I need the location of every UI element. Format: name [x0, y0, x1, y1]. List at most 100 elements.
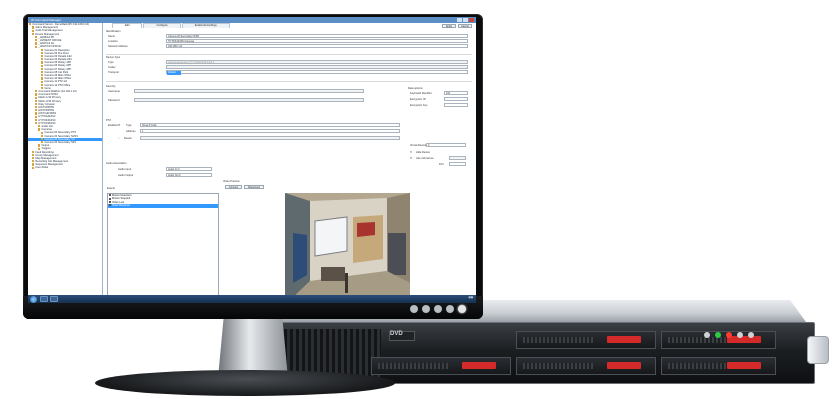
drive-latch	[607, 362, 641, 369]
use-ref-label: Use ref/macros	[416, 157, 434, 160]
list-item[interactable]: Video Restored	[108, 204, 218, 208]
hide-device-checkbox[interactable]: ☐	[410, 151, 412, 154]
event-label: Video Restored	[112, 204, 130, 208]
name-label: Name	[108, 35, 115, 38]
tab-1[interactable]: Configure	[143, 23, 181, 28]
ptz-type-label: Type	[126, 124, 132, 127]
ptz-router-label: Router	[124, 137, 132, 140]
monitor-screen: IP Command Manager Command Server - Demo…	[28, 17, 476, 303]
event-checkbox[interactable]	[109, 197, 111, 200]
use-ref-checkbox[interactable]: ☐	[410, 157, 412, 160]
led-icon	[715, 332, 721, 338]
drive-bay-1	[516, 331, 656, 349]
monitor-button[interactable]	[434, 305, 442, 313]
audio-input-label: Audio Input	[118, 168, 132, 171]
codec-label: Codec	[108, 66, 116, 69]
system-clock: ▩▩	[468, 295, 473, 299]
taskbar-app-icon[interactable]	[40, 296, 48, 302]
transport-label: Transport	[108, 71, 120, 74]
drive-bay-5	[661, 357, 776, 375]
username-field[interactable]	[134, 89, 364, 93]
use-ref-field[interactable]	[449, 156, 466, 160]
audio-input-select[interactable]: Audio Int 0	[166, 167, 212, 171]
network-address-field[interactable]: 192.168.1.44	[166, 44, 468, 48]
username-label: Username	[108, 90, 120, 93]
close-icon[interactable]	[469, 18, 474, 22]
password-label: Password	[108, 99, 120, 102]
event-checkbox[interactable]	[109, 201, 111, 204]
monitor-stand-neck	[218, 318, 288, 378]
encryption-id-field[interactable]	[444, 97, 468, 101]
ptz-router-radio[interactable]: ○	[118, 137, 120, 140]
dvd-label: DVD	[390, 331, 403, 337]
codec-field	[166, 65, 468, 69]
camera-frame-image	[285, 193, 410, 303]
ptz-type-select[interactable]: Nmea P Axial	[140, 123, 400, 127]
minimize-icon[interactable]	[457, 18, 462, 22]
device-tree[interactable]: Command Server - DemoRack(PC 192.168.0.1…	[28, 23, 103, 295]
window-title: IP Command Manager	[31, 18, 62, 22]
monitor-button[interactable]	[410, 305, 418, 313]
led-icon	[726, 332, 732, 338]
ptz-address-field[interactable]: 1	[140, 129, 400, 133]
location-field[interactable]: HYTFIK4K4S5 Cameras	[166, 39, 468, 43]
encryption-id-label: Encryption ID	[410, 98, 426, 101]
encryption-key-field[interactable]	[444, 103, 468, 107]
drive-bay-4	[516, 357, 656, 375]
password-field[interactable]	[134, 98, 364, 102]
tab-2[interactable]: Enable Recordings	[181, 23, 230, 28]
disconnect-button[interactable]: Disconnect	[244, 185, 264, 189]
led-icon	[748, 332, 754, 338]
transport-select[interactable]: Default	[166, 70, 468, 75]
taskbar: ▩▩	[28, 295, 476, 303]
drive-latch	[607, 336, 641, 343]
monitor-button[interactable]	[446, 305, 454, 313]
monitor-buttons	[410, 305, 466, 313]
location-label: Location	[108, 40, 118, 43]
events-heading: Events	[107, 187, 115, 190]
video-preview-heading: Video Preview	[223, 180, 240, 183]
cancel-button[interactable]: Cancel	[458, 23, 472, 28]
virtual-decoder-field[interactable]: 0	[426, 143, 466, 147]
identification-heading: Identification	[106, 30, 121, 33]
data-options-heading: Data options	[408, 87, 423, 90]
ptz-enabled-checkbox[interactable]: ☑	[118, 124, 120, 127]
event-checkbox[interactable]	[109, 204, 111, 207]
connect-button[interactable]: Connect	[225, 185, 242, 189]
tree-item[interactable]: User Roles	[28, 166, 102, 169]
drive-bay-3	[371, 357, 511, 375]
name-field[interactable]: Camera 02 Secondary NVR3	[166, 34, 468, 38]
apply-button[interactable]: Apply	[442, 23, 456, 28]
tab-0[interactable]: Edit	[112, 23, 143, 28]
audio-output-select[interactable]: Audio Out 0	[166, 173, 212, 177]
event-checkbox[interactable]	[109, 194, 111, 197]
transport-value: Default	[167, 71, 181, 75]
network-address-label: Network Address	[108, 45, 128, 48]
server-rack-handle	[807, 336, 829, 364]
audio-heading: Audio Association	[106, 162, 127, 165]
events-list[interactable]: Motion Detection Motion Stopped Video Lost…	[107, 193, 219, 301]
type-field: Camera-dependent | HYTFIK4K4S5 Input 4	[166, 60, 468, 64]
taskbar-app-icon[interactable]	[50, 296, 58, 302]
tree-item-label: User Roles	[35, 166, 49, 170]
window-controls	[457, 18, 474, 22]
led-icon	[737, 332, 743, 338]
section-divider	[106, 81, 472, 82]
port-field[interactable]	[449, 162, 466, 166]
monitor-button[interactable]	[422, 305, 430, 313]
port-label: Port	[439, 163, 444, 166]
tab-strip: Edit Configure Enable Recordings	[104, 23, 476, 28]
keyboard-identifier-field[interactable]: 102	[444, 91, 468, 95]
drive-latch	[462, 362, 496, 369]
start-button-icon[interactable]	[30, 295, 37, 303]
server-status-leds	[704, 328, 774, 342]
ptz-enabled-label: Enabled	[108, 124, 118, 127]
maximize-icon[interactable]	[463, 18, 468, 22]
ptz-router-field[interactable]	[140, 136, 400, 140]
camera-video-feed	[285, 193, 410, 303]
security-heading: Security	[106, 85, 116, 88]
power-button[interactable]	[458, 305, 466, 313]
monitor-stand-base	[95, 370, 395, 396]
drive-latch	[727, 362, 761, 369]
product-scene: DVD IP Command Manager Command Server - …	[0, 0, 835, 399]
